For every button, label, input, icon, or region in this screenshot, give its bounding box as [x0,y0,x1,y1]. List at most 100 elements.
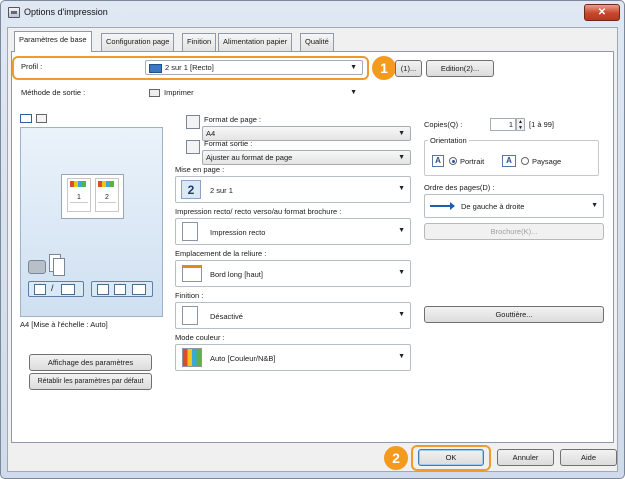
preview-caption: A4 [Mise à l'échelle : Auto] [20,320,108,329]
page-icon [34,284,46,295]
color-icon [182,348,202,367]
page-order-select[interactable]: De gauche à droite ▼ [424,194,604,218]
landscape-radio[interactable] [521,157,529,165]
title-bar: Options d'impression ✕ [0,0,625,26]
printer-icon [28,260,46,274]
gutter-button[interactable]: Gouttière... [424,306,604,323]
chevron-down-icon: ▼ [591,202,598,209]
portrait-icon: A [432,155,444,167]
portrait-radio[interactable] [449,157,457,165]
view-settings-button[interactable]: Affichage des paramètres [29,354,152,371]
preview-subpage-1: 1 [67,178,91,212]
layout-value: 2 sur 1 [210,186,233,195]
copies-input[interactable]: 1 [490,118,516,131]
chevron-down-icon: ▼ [398,353,405,360]
profile-select[interactable]: 2 sur 1 [Recto] ▼ [145,60,363,75]
page-number-1: 1 [77,194,81,201]
output-format-value: Ajuster au format de page [206,153,293,162]
color-bar [110,181,114,187]
chevron-down-icon: ▼ [398,185,405,192]
finishing-label: Finition : [175,291,204,300]
duplex-select[interactable]: Impression recto ▼ [175,218,411,245]
chevron-down-icon: ▼ [398,154,405,161]
page-order-label: Ordre des pages(D) : [424,183,495,192]
binding-value: Bord long [haut] [210,270,263,279]
callout-2: 2 [384,446,408,470]
output-method-value: Imprimer [164,88,194,97]
duplex-value: Impression recto [210,228,266,237]
page-format-label: Format de page : [204,115,262,124]
window-title: Options d'impression [24,7,108,17]
portrait-label: Portrait [460,157,485,166]
preview-view-icon[interactable] [20,114,32,123]
page-size-icon [186,115,200,129]
tab-quality[interactable]: Qualité [300,33,334,51]
binding-label: Emplacement de la reliure : [175,249,267,258]
chevron-down-icon: ▼ [350,64,357,71]
printer-icon [149,89,160,98]
slash-icon: / [51,283,54,293]
layout-icon: 2 [181,180,201,199]
color-mode-select[interactable]: Auto [Couleur/N&B] ▼ [175,344,411,371]
profile-value: 2 sur 1 [Recto] [165,63,214,72]
duplex-label: Impression recto/ recto verso/au format … [175,207,342,216]
add-profile-button[interactable]: (1)... [395,60,422,77]
output-format-label: Format sortie : [204,139,253,148]
edit-profile-button[interactable]: Edition(2)... [426,60,494,77]
arrow-head-icon [450,202,455,210]
chevron-down-icon: ▼ [350,89,357,96]
help-button[interactable]: Aide [560,449,617,466]
tab-finishing[interactable]: Finition [182,33,217,51]
preview-page: 1 2 [61,174,124,219]
color-mode-label: Mode couleur : [175,333,225,342]
single-sided-icon [182,222,198,241]
booklet-button[interactable]: Brochure(K)... [424,223,604,240]
close-button[interactable]: ✕ [584,4,620,21]
tab-page-setup[interactable]: Configuration page [101,33,175,51]
output-method-label: Méthode de sortie : [21,88,86,97]
finishing-icon [182,306,198,325]
cancel-button[interactable]: Annuler [497,449,554,466]
page-icon [61,284,75,295]
finishing-select[interactable]: Désactivé ▼ [175,302,411,329]
chevron-down-icon: ▼ [398,130,405,137]
page-format-value: A4 [206,129,216,138]
copies-spinner[interactable]: ▲ ▼ [516,118,525,131]
tab-paper-source[interactable]: Alimentation papier [218,33,293,51]
output-format-select[interactable]: Ajuster au format de page ▼ [202,150,411,165]
binding-select[interactable]: Bord long [haut] ▼ [175,260,411,287]
page-icon [97,284,109,295]
orientation-label: Orientation [428,136,469,145]
callout-1: 1 [372,56,396,80]
output-size-icon [186,140,200,154]
printer-view-icon[interactable] [36,114,47,123]
ok-button[interactable]: OK [418,449,484,466]
finishing-value: Désactivé [210,312,243,321]
color-bar [82,181,86,187]
layout-icons-left[interactable]: / [28,281,84,297]
preview-subpage-2: 2 [95,178,119,212]
color-mode-value: Auto [Couleur/N&B] [210,354,276,363]
printer-icon [8,7,20,18]
page-number-2: 2 [105,194,109,201]
layout-icons-right[interactable] [91,281,153,297]
chevron-down-icon: ▼ [398,269,405,276]
text-line [70,202,88,203]
paper-stack-icon [53,258,65,276]
preview-pane: 1 2 / [20,127,163,317]
restore-defaults-button[interactable]: Rétablir les paramètres par défaut [29,373,152,390]
chevron-down-icon: ▼ [398,227,405,234]
chevron-down-icon: ▼ [398,311,405,318]
arrow-right-icon [430,205,450,207]
tab-basic-settings[interactable]: Paramètres de base [14,31,92,52]
layout-label: Mise en page : [175,165,225,174]
profile-icon [149,63,162,73]
output-method-select[interactable]: Imprimer ▼ [145,85,363,100]
landscape-label: Paysage [532,157,562,166]
landscape-icon: A [502,155,516,167]
binding-icon [182,265,202,282]
page-icon [114,284,126,295]
copies-range: [1 à 99] [529,120,555,129]
layout-select[interactable]: 2 2 sur 1 ▼ [175,176,411,203]
profile-label: Profil : [21,62,43,71]
